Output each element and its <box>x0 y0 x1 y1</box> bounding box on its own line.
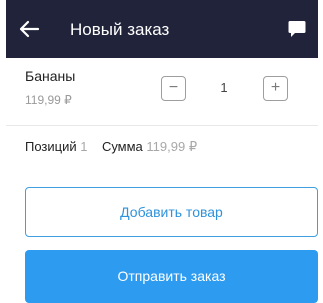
order-screen: Новый заказ Бананы 119,99 ₽ − 1 + Позици… <box>6 0 318 303</box>
app-header: Новый заказ <box>6 0 318 58</box>
sum-value: 119,99 ₽ <box>146 139 198 154</box>
order-summary: Позиций 1 Сумма 119,99 ₽ <box>25 139 197 155</box>
page-title: Новый заказ <box>70 20 170 39</box>
item-price: 119,99 ₽ <box>25 93 72 107</box>
send-order-button[interactable]: Отправить заказ <box>25 250 318 303</box>
sum-label: Сумма <box>101 139 143 154</box>
chat-bubble-icon[interactable] <box>288 20 306 38</box>
divider <box>6 125 318 126</box>
increase-quantity-button[interactable]: + <box>263 76 288 101</box>
positions-count: 1 <box>80 139 88 154</box>
add-item-button[interactable]: Добавить товар <box>25 187 318 237</box>
item-name: Бананы <box>25 68 76 84</box>
positions-label: Позиций <box>25 139 77 154</box>
item-quantity: 1 <box>220 80 228 95</box>
decrease-quantity-button[interactable]: − <box>161 76 186 101</box>
order-item: Бананы 119,99 ₽ − 1 + <box>6 58 318 121</box>
arrow-left-icon[interactable] <box>18 19 40 39</box>
